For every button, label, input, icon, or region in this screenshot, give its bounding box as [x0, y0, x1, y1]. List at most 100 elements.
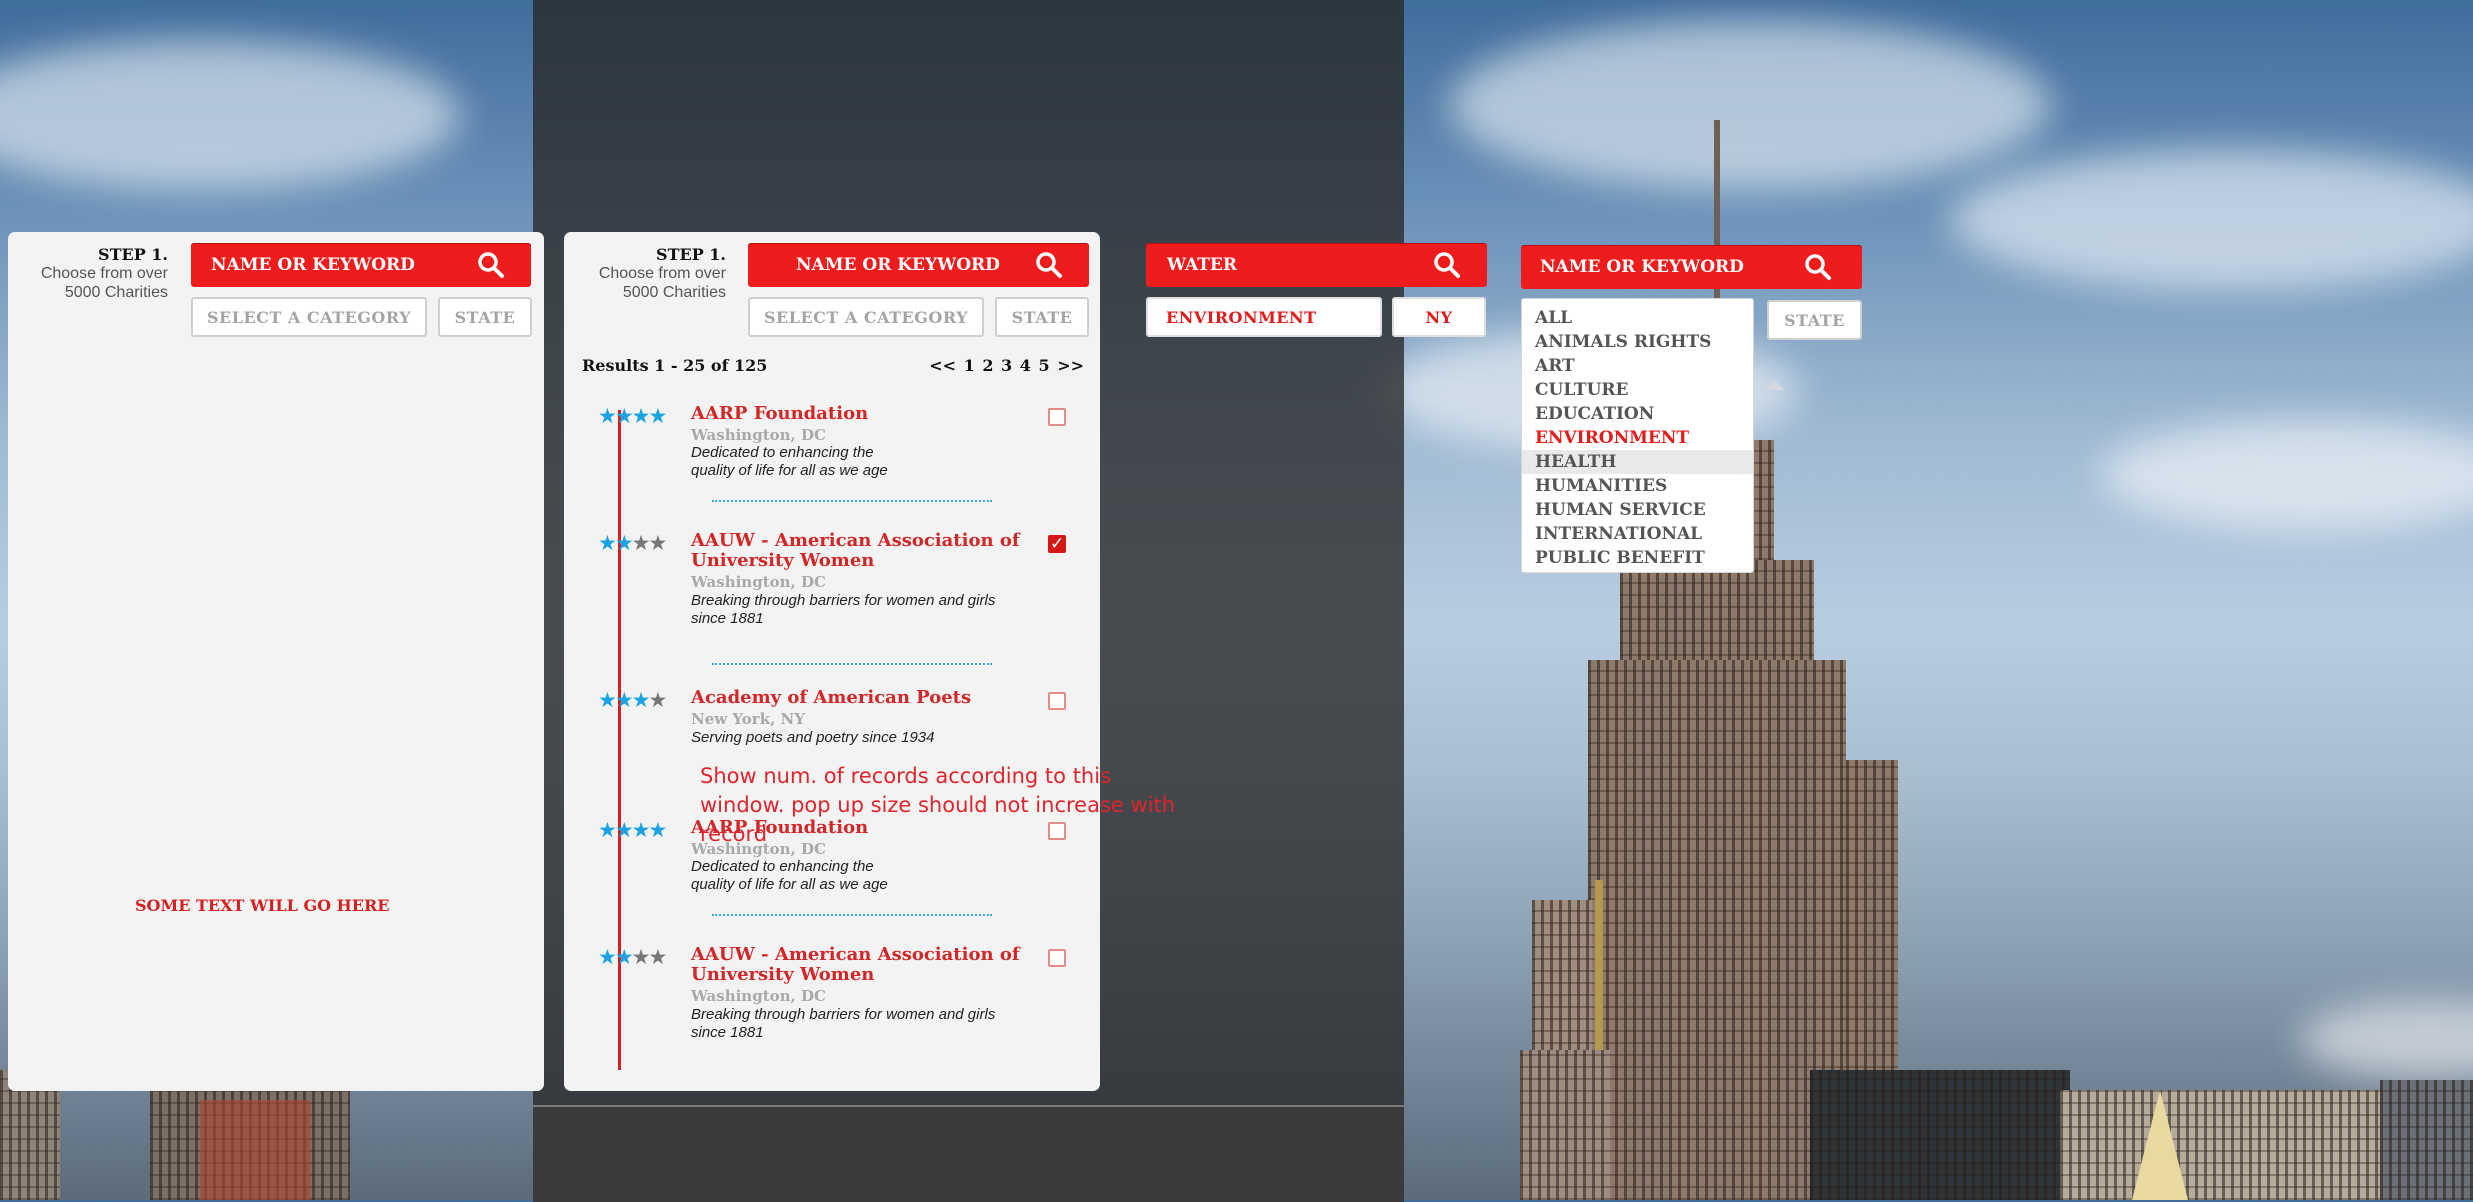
category-select-filled[interactable]: ENVIRONMENT: [1146, 297, 1382, 337]
record-separator: [712, 663, 992, 665]
charity-name[interactable]: AAUW - American Association of Universit…: [691, 945, 1021, 985]
category-option[interactable]: PUBLIC BENEFIT: [1522, 546, 1753, 570]
pagination-page-3[interactable]: 3: [1001, 356, 1012, 375]
charity-location: Washington, DC: [691, 987, 826, 1005]
pagination-next[interactable]: >>: [1057, 356, 1084, 375]
search-icon[interactable]: [1035, 251, 1063, 279]
state-placeholder: STATE: [1784, 310, 1845, 330]
step-heading: STEP 1. Choose from over 5000 Charities: [574, 245, 726, 302]
step-line-2: 5000 Charities: [64, 284, 168, 301]
category-option[interactable]: INTERNATIONAL: [1522, 522, 1753, 546]
category-option[interactable]: CULTURE: [1522, 378, 1753, 402]
checkbox-icon[interactable]: [1048, 949, 1066, 967]
search-placeholder: NAME OR KEYWORD: [796, 255, 1000, 275]
charity-location: Washington, DC: [691, 426, 826, 444]
keyword-search-input[interactable]: NAME OR KEYWORD: [1521, 245, 1862, 289]
category-value: ENVIRONMENT: [1166, 307, 1317, 327]
rating-stars: ★★★★: [598, 818, 667, 842]
category-dropdown-list[interactable]: ALL ANIMALS RIGHTS ART CULTURE EDUCATION…: [1521, 298, 1754, 573]
search-placeholder: NAME OR KEYWORD: [211, 255, 415, 275]
star-icon: ★: [598, 404, 617, 428]
placeholder-text: SOME TEXT WILL GO HERE: [135, 896, 390, 915]
checkbox-icon[interactable]: ✓: [1048, 535, 1066, 553]
star-icon: ★: [614, 945, 634, 969]
star-icon: ★: [631, 404, 651, 428]
keyword-search-input[interactable]: NAME OR KEYWORD: [748, 243, 1089, 287]
charity-name[interactable]: AARP Foundation: [691, 404, 1021, 424]
star-icon: ★: [648, 404, 667, 428]
star-icon: ★: [631, 531, 651, 555]
category-select[interactable]: SELECT A CATEGORY: [191, 297, 427, 337]
charity-description: Dedicated to enhancing the quality of li…: [691, 444, 888, 479]
rating-stars: ★★★★: [598, 531, 667, 555]
category-placeholder: SELECT A CATEGORY: [206, 307, 412, 327]
pagination-prev[interactable]: <<: [929, 356, 956, 375]
step-line-1: Choose from over: [40, 265, 168, 282]
search-placeholder: NAME OR KEYWORD: [1540, 257, 1744, 277]
rating-stars: ★★★★: [598, 688, 667, 712]
category-option[interactable]: ENVIRONMENT: [1522, 426, 1753, 450]
pagination-page-5[interactable]: 5: [1038, 356, 1049, 375]
category-option[interactable]: HUMANITIES: [1522, 474, 1753, 498]
charity-name[interactable]: AAUW - American Association of Universit…: [691, 531, 1021, 571]
pagination-page-4[interactable]: 4: [1020, 356, 1031, 375]
star-icon: ★: [631, 818, 651, 842]
checkbox-icon[interactable]: [1048, 408, 1066, 426]
star-icon: ★: [598, 818, 617, 842]
star-icon: ★: [648, 945, 667, 969]
category-placeholder: SELECT A CATEGORY: [763, 307, 969, 327]
star-icon: ★: [648, 531, 667, 555]
category-option[interactable]: ALL: [1522, 306, 1753, 330]
state-select[interactable]: STATE: [995, 297, 1089, 337]
category-option[interactable]: HUMAN SERVICE: [1522, 498, 1753, 522]
star-icon: ★: [598, 688, 617, 712]
results-timeline: [618, 410, 621, 1070]
search-icon[interactable]: [1433, 251, 1461, 279]
state-placeholder: STATE: [1011, 307, 1073, 327]
keyword-search-input[interactable]: NAME OR KEYWORD: [191, 243, 531, 287]
category-option[interactable]: ANIMALS RIGHTS: [1522, 330, 1753, 354]
star-icon: ★: [614, 531, 634, 555]
charity-name[interactable]: Academy of American Poets: [691, 688, 1021, 708]
charity-description: Breaking through barriers for women and …: [691, 1006, 996, 1041]
step-heading: STEP 1. Choose from over 5000 Charities: [18, 245, 168, 302]
star-icon: ★: [648, 688, 667, 712]
state-select-filled[interactable]: NY: [1392, 297, 1486, 337]
backdrop-footer: [533, 1105, 1404, 1202]
category-select[interactable]: SELECT A CATEGORY: [748, 297, 984, 337]
step-title: STEP 1.: [656, 245, 726, 264]
state-select[interactable]: STATE: [438, 297, 532, 337]
step-line-2: 5000 Charities: [622, 284, 726, 301]
pagination-page-1[interactable]: 1: [964, 356, 975, 375]
star-icon: ★: [614, 818, 634, 842]
charity-location: Washington, DC: [691, 573, 826, 591]
state-select[interactable]: STATE: [1767, 300, 1862, 340]
rating-stars: ★★★★: [598, 404, 667, 428]
search-results-panel: STEP 1. Choose from over 5000 Charities …: [564, 232, 1100, 1091]
keyword-search-input-filled[interactable]: WATER: [1146, 243, 1487, 287]
checkbox-icon[interactable]: [1048, 692, 1066, 710]
state-placeholder: STATE: [454, 307, 516, 327]
category-option[interactable]: HEALTH: [1522, 450, 1753, 474]
star-icon: ★: [631, 945, 651, 969]
search-icon[interactable]: [1804, 253, 1832, 281]
dropdown-caret-icon: [1766, 380, 1784, 390]
search-icon[interactable]: [477, 251, 505, 279]
category-option[interactable]: ART: [1522, 354, 1753, 378]
pagination-page-2[interactable]: 2: [982, 356, 993, 375]
charity-description: Serving poets and poetry since 1934: [691, 729, 935, 746]
step-line-1: Choose from over: [598, 265, 726, 282]
category-option[interactable]: EDUCATION: [1522, 402, 1753, 426]
record-separator: [712, 500, 992, 502]
state-value: NY: [1425, 307, 1453, 327]
rating-stars: ★★★★: [598, 945, 667, 969]
charity-description: Breaking through barriers for women and …: [691, 592, 996, 627]
star-icon: ★: [598, 945, 617, 969]
design-annotation: Show num. of records according to this w…: [700, 764, 1176, 846]
charity-description: Dedicated to enhancing the quality of li…: [691, 858, 888, 893]
record-separator: [712, 914, 992, 916]
star-icon: ★: [598, 531, 617, 555]
step-title: STEP 1.: [98, 245, 168, 264]
search-panel-empty: STEP 1. Choose from over 5000 Charities …: [8, 232, 544, 1091]
star-icon: ★: [614, 404, 634, 428]
